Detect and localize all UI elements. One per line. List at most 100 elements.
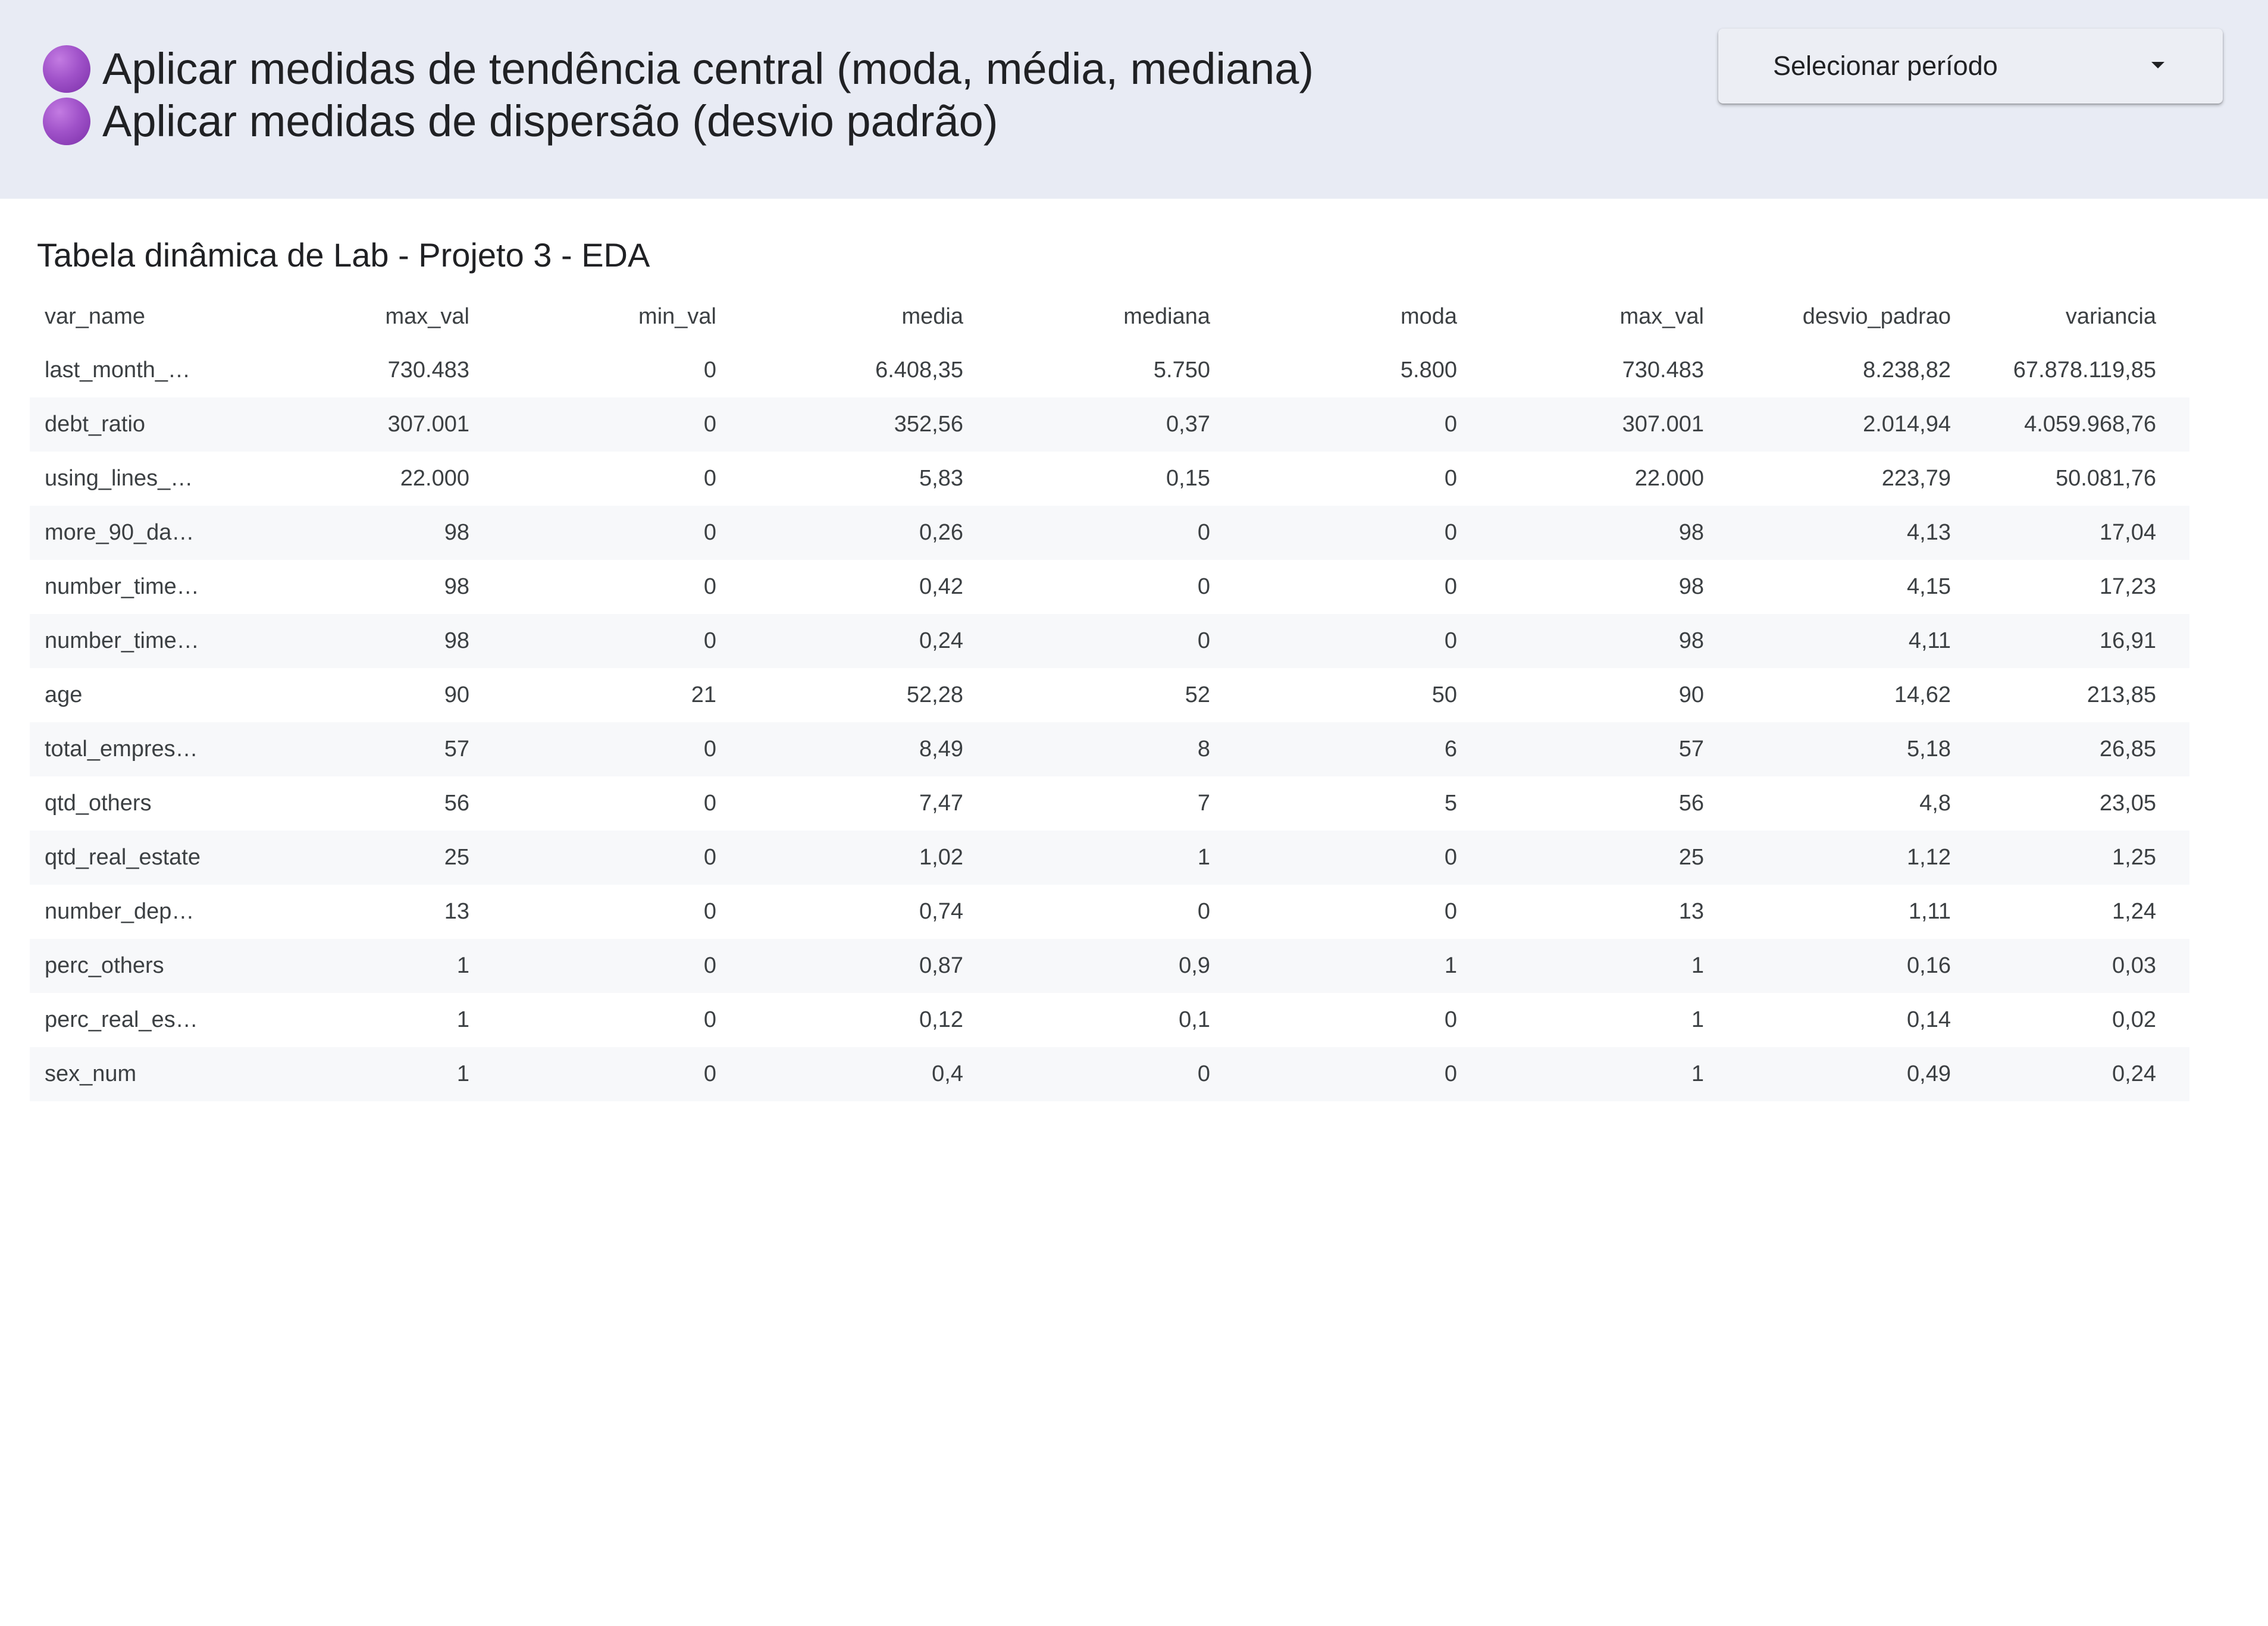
table-cell: 1 (1691, 1061, 1704, 1086)
table-cell: 5,18 (1907, 737, 1951, 762)
table-cell: 5.800 (1400, 358, 1457, 383)
table-cell: 4,13 (1907, 520, 1951, 545)
table-cell: 7,47 (919, 791, 963, 816)
table-cell: 0,87 (919, 953, 963, 978)
table-cell: 21 (691, 682, 716, 707)
table-cell: 52,28 (906, 682, 963, 707)
objective-text: Aplicar medidas de dispersão (desvio pad… (102, 96, 998, 146)
table-cell: 0 (703, 1061, 716, 1086)
table-row: number_time… 98 0 0,42 0 0 98 4,15 17,23 (30, 560, 2189, 614)
column-header-desvio-padrao[interactable]: desvio_padrao (1737, 290, 1984, 343)
column-header-max-val[interactable]: max_val (1490, 290, 1737, 343)
table-cell: 1 (1691, 1007, 1704, 1032)
table-cell: 0,15 (1166, 466, 1210, 491)
table-cell: 98 (444, 520, 469, 545)
table-cell: 13 (1678, 899, 1704, 924)
row-label-cell: last_month_… (45, 358, 191, 383)
table-cell: 0,37 (1166, 412, 1210, 437)
table-row: perc_others 1 0 0,87 0,9 1 1 0,16 0,03 (30, 939, 2189, 993)
table-cell: 0 (1197, 1061, 1210, 1086)
table-cell: 98 (444, 628, 469, 653)
table-cell: 25 (1678, 845, 1704, 870)
row-label-cell: using_lines_… (45, 466, 193, 491)
table-cell: 57 (444, 737, 469, 762)
table-row: sex_num 1 0 0,4 0 0 1 0,49 0,24 (30, 1047, 2189, 1101)
table-cell: 0,42 (919, 574, 963, 599)
row-label-cell: sex_num (45, 1061, 137, 1086)
table-cell: 0 (703, 1007, 716, 1032)
table-cell: 57 (1678, 737, 1704, 762)
purple-circle-icon (43, 98, 90, 145)
row-label-cell: number_time… (45, 574, 199, 599)
objective-item: Aplicar medidas de dispersão (desvio pad… (43, 95, 1314, 148)
table-cell: 0 (703, 899, 716, 924)
table-cell: 0,9 (1179, 953, 1210, 978)
table-cell: 0 (1197, 628, 1210, 653)
column-header-variancia[interactable]: variancia (1984, 290, 2189, 343)
table-cell: 0,24 (919, 628, 963, 653)
table-cell: 0,4 (932, 1061, 963, 1086)
table-cell: 25 (444, 845, 469, 870)
table-cell: 0,16 (1907, 953, 1951, 978)
row-label-cell: number_time… (45, 628, 199, 653)
table-cell: 1 (1444, 953, 1457, 978)
column-header-moda[interactable]: moda (1243, 290, 1490, 343)
table-cell: 0 (703, 466, 716, 491)
table-cell: 0 (1197, 520, 1210, 545)
table-cell: 4.059.968,76 (2024, 412, 2156, 437)
row-label-cell: more_90_da… (45, 520, 195, 545)
table-cell: 0 (1197, 574, 1210, 599)
table-cell: 14,62 (1894, 682, 1951, 707)
table-cell: 307.001 (1622, 412, 1704, 437)
table-cell: 5 (1444, 791, 1457, 816)
table-row: age 90 21 52,28 52 50 90 14,62 213,85 (30, 668, 2189, 722)
column-header-var-name[interactable]: var_name (30, 290, 256, 343)
period-selector-dropdown[interactable]: Selecionar período (1718, 29, 2223, 104)
objectives-list: Aplicar medidas de tendência central (mo… (43, 43, 1314, 148)
table-cell: 1 (1691, 953, 1704, 978)
table-cell: 8,49 (919, 737, 963, 762)
table-cell: 0 (1444, 899, 1457, 924)
table-cell: 0,14 (1907, 1007, 1951, 1032)
table-cell: 0 (1444, 1007, 1457, 1032)
table-cell: 0 (703, 520, 716, 545)
table-cell: 0 (703, 574, 716, 599)
table-cell: 4,8 (1919, 791, 1951, 816)
table-cell: 13 (444, 899, 469, 924)
table-cell: 23,05 (2099, 791, 2156, 816)
table-row: more_90_da… 98 0 0,26 0 0 98 4,13 17,04 (30, 506, 2189, 560)
table-cell: 0 (1444, 574, 1457, 599)
table-cell: 0,02 (2112, 1007, 2156, 1032)
table-cell: 67.878.119,85 (2013, 358, 2156, 383)
header-banner: Aplicar medidas de tendência central (mo… (0, 0, 2268, 199)
table-cell: 50.081,76 (2055, 466, 2156, 491)
table-cell: 730.483 (387, 358, 469, 383)
table-row: number_dep… 13 0 0,74 0 0 13 1,11 1,24 (30, 885, 2189, 939)
table-cell: 52 (1185, 682, 1210, 707)
row-label-cell: perc_real_es… (45, 1007, 198, 1032)
table-title: Tabela dinâmica de Lab - Projeto 3 - EDA (37, 236, 650, 274)
table-header-row: var_name max_val min_val media mediana moda ma… (30, 290, 2189, 343)
table-cell: 1,24 (2112, 899, 2156, 924)
table-cell: 98 (444, 574, 469, 599)
column-header-min-val[interactable]: min_val (503, 290, 750, 343)
table-body: last_month_… 730.483 0 6.408,35 5.750 5.800 73… (30, 343, 2189, 1101)
table-cell: 0 (1444, 466, 1457, 491)
table-cell: 8 (1197, 737, 1210, 762)
table-cell: 26,85 (2099, 737, 2156, 762)
table-cell: 0,12 (919, 1007, 963, 1032)
table-cell: 1,12 (1907, 845, 1951, 870)
table-cell: 1 (456, 953, 469, 978)
table-cell: 0 (1444, 412, 1457, 437)
pivot-table: var_name max_val min_val media mediana moda ma… (30, 290, 2189, 1101)
table-cell: 0 (1444, 628, 1457, 653)
table-cell: 56 (1678, 791, 1704, 816)
column-header-media[interactable]: media (750, 290, 997, 343)
table-cell: 0 (1444, 1061, 1457, 1086)
column-header-max-val[interactable]: max_val (256, 290, 503, 343)
period-selector-label: Selecionar período (1773, 51, 1998, 81)
table-cell: 352,56 (894, 412, 963, 437)
table-cell: 1,11 (1908, 899, 1951, 924)
table-cell: 0 (703, 358, 716, 383)
column-header-mediana[interactable]: mediana (997, 290, 1243, 343)
